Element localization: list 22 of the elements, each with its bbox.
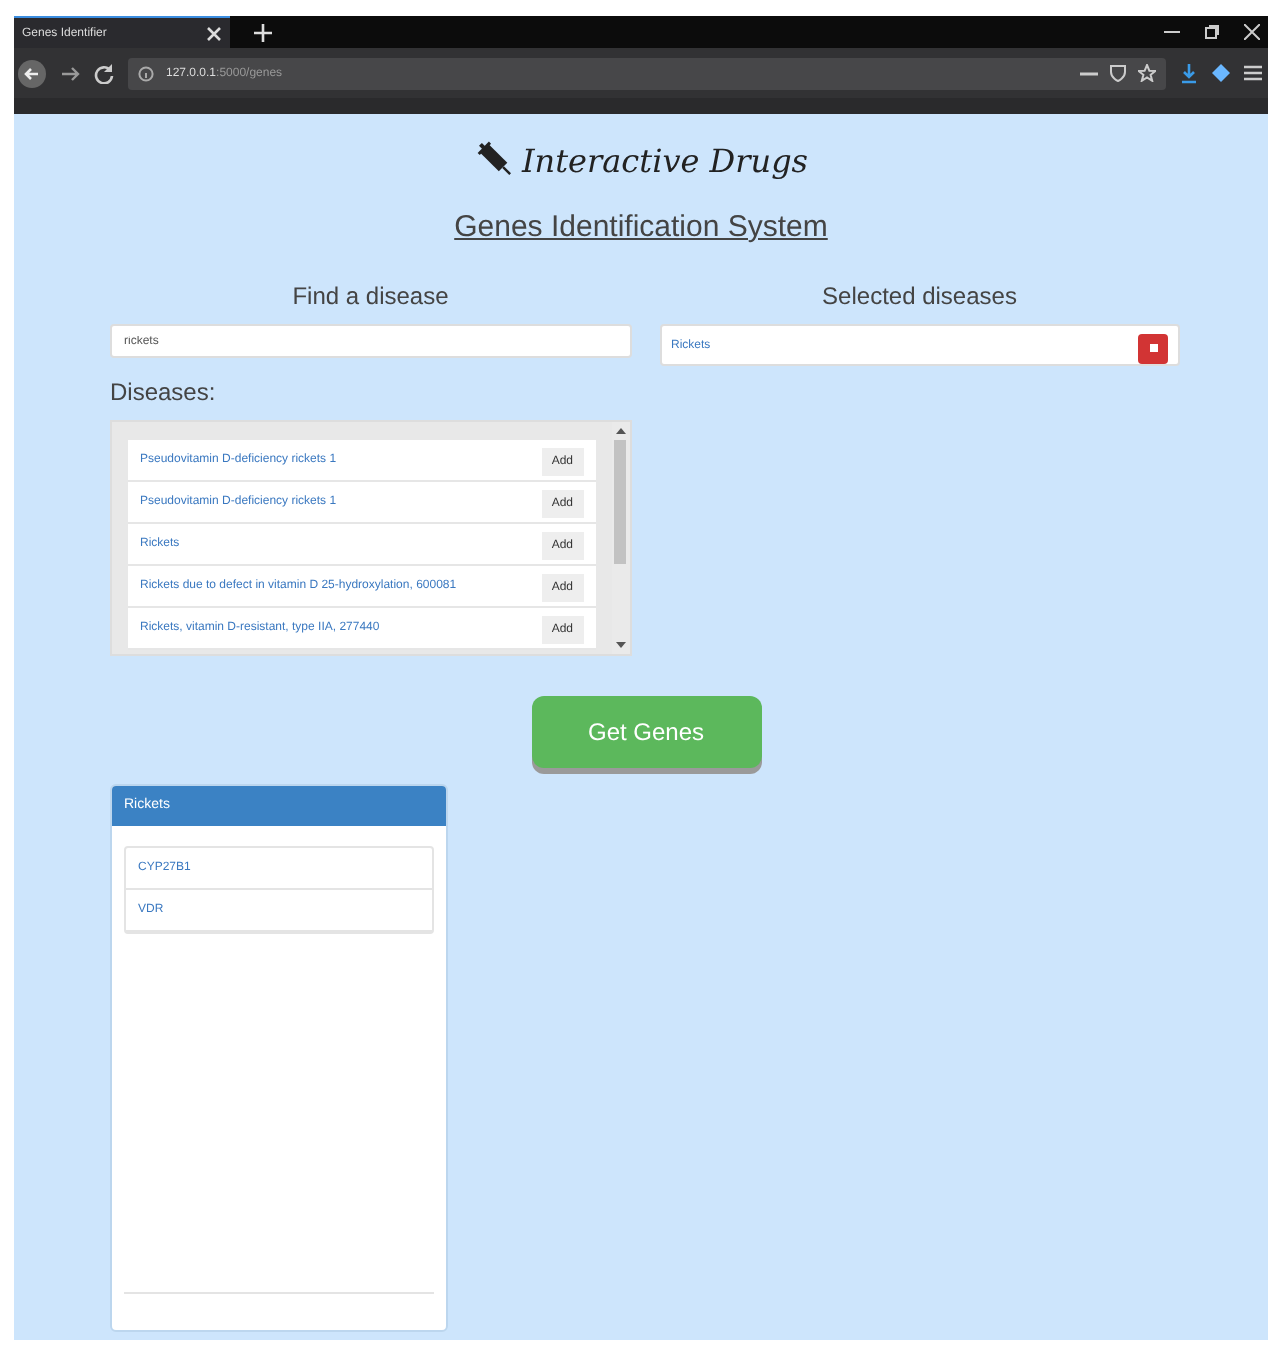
download-icon[interactable] xyxy=(1180,63,1198,83)
restore-icon[interactable] xyxy=(1204,24,1220,40)
info-icon xyxy=(138,65,154,81)
section-heading: Selected diseases xyxy=(820,282,1019,310)
more-icon[interactable] xyxy=(1080,69,1098,77)
reload-icon[interactable] xyxy=(94,63,114,83)
section-heading: Diseases: xyxy=(110,378,218,406)
shield-icon[interactable] xyxy=(1110,64,1126,82)
forward-icon[interactable] xyxy=(60,63,80,83)
page-title: Genes Identification System xyxy=(454,210,828,244)
diamond-icon[interactable] xyxy=(1212,64,1230,82)
logo-text: Interactive Drugs xyxy=(521,141,809,179)
scrollbar-thumb[interactable] xyxy=(614,440,626,564)
remove-button[interactable] xyxy=(1138,333,1168,363)
menu-icon[interactable] xyxy=(1244,64,1262,82)
section-heading: Find a disease xyxy=(290,282,451,310)
back-icon[interactable] xyxy=(18,59,46,87)
scroll-up-icon[interactable] xyxy=(615,428,625,434)
scrollbar[interactable] xyxy=(611,422,629,654)
star-icon[interactable] xyxy=(1138,64,1156,82)
plus-icon[interactable] xyxy=(254,23,272,41)
scroll-down-icon[interactable] xyxy=(615,642,625,648)
